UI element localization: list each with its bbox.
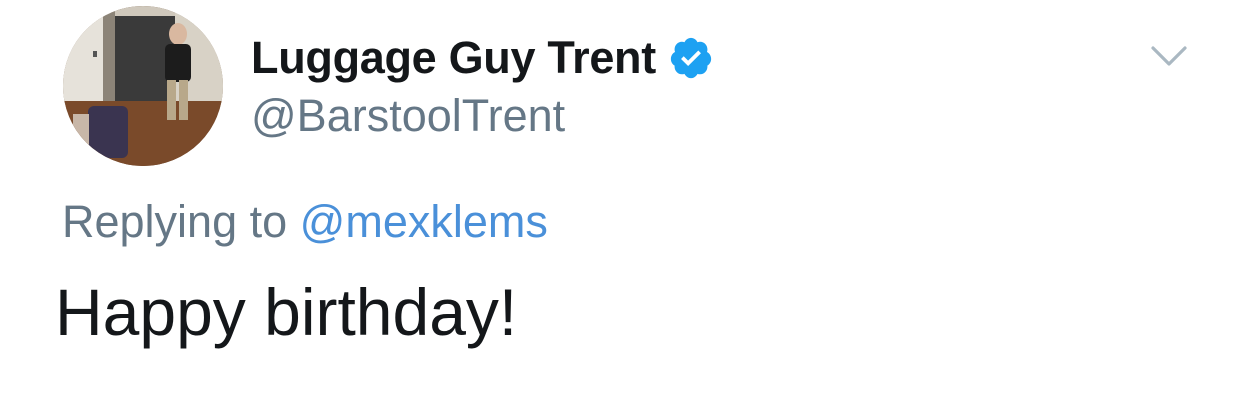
author-handle[interactable]: @BarstoolTrent: [251, 90, 565, 142]
tweet-text: Happy birthday!: [55, 275, 518, 349]
reply-to-handle-link[interactable]: @mexklems: [300, 196, 548, 247]
display-name[interactable]: Luggage Guy Trent: [251, 32, 656, 84]
author-row: Luggage Guy Trent: [251, 30, 714, 86]
avatar[interactable]: [63, 6, 223, 166]
verified-badge-icon: [668, 35, 714, 81]
replying-to-line: Replying to @mexklems: [62, 196, 548, 248]
avatar-photo: [63, 6, 223, 166]
tweet-card: Luggage Guy Trent @BarstoolTrent Replyin…: [0, 0, 1241, 413]
replying-to-label: Replying to: [62, 196, 288, 247]
chevron-down-icon[interactable]: [1148, 38, 1190, 72]
